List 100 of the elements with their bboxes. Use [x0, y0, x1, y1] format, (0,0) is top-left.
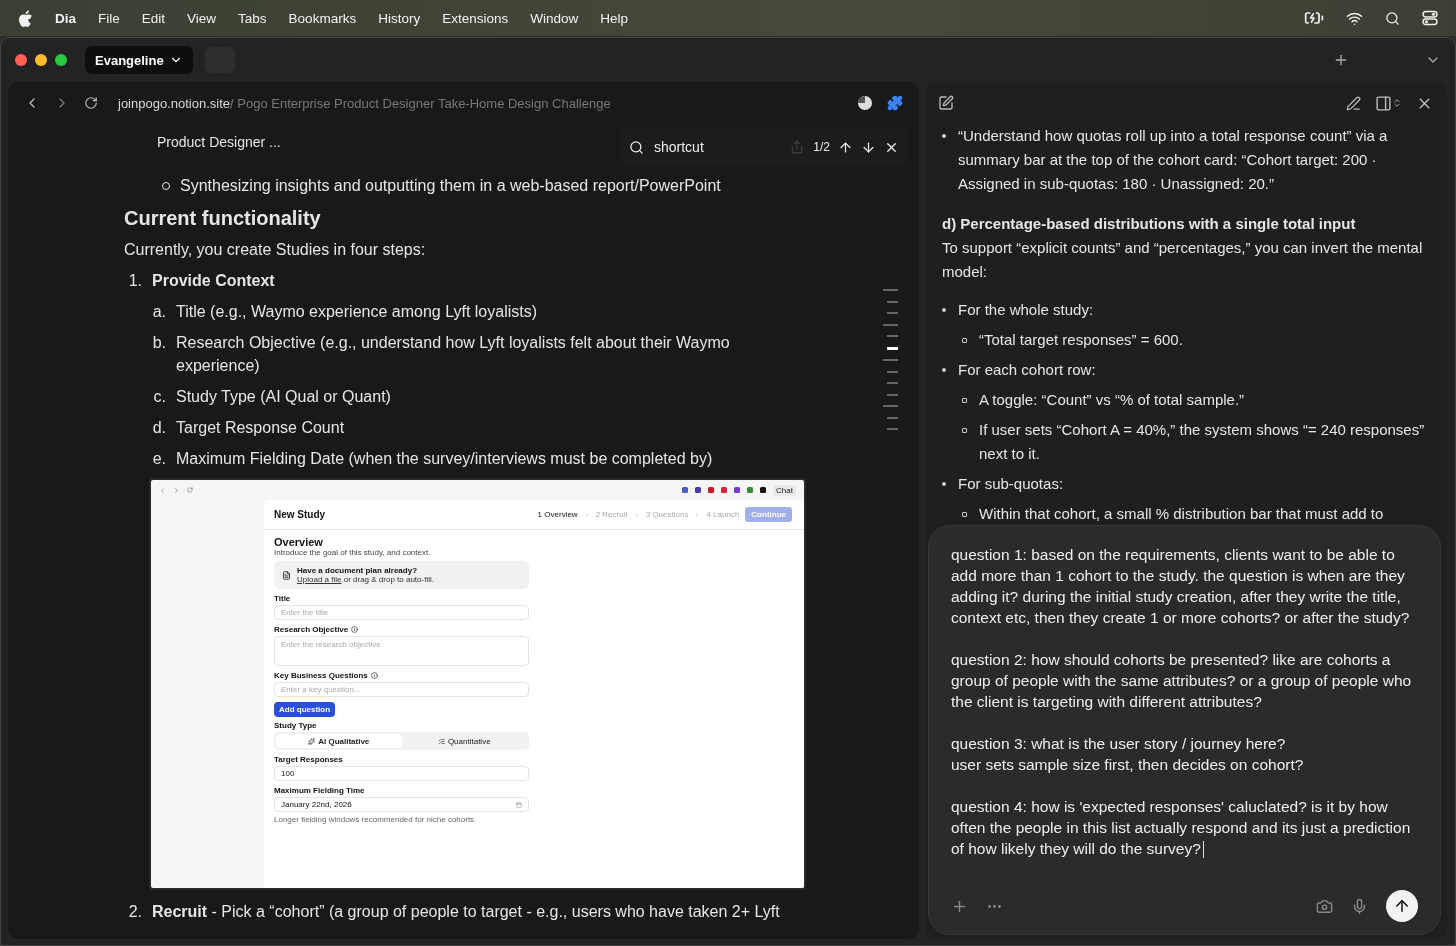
field-label: Study Type — [274, 721, 317, 730]
upload-link[interactable]: Upload a file — [297, 575, 342, 584]
menu-item[interactable]: Bookmarks — [288, 10, 357, 26]
previous-match-button[interactable] — [838, 139, 853, 155]
calendar-icon — [516, 801, 522, 808]
paragraph: Currently, you create Studies in four steps: — [124, 240, 426, 260]
menu-item[interactable]: Help — [600, 10, 628, 26]
menu-item[interactable]: Edit — [141, 10, 166, 26]
document-icon — [282, 570, 291, 580]
upload-text: Upload a file or drag & drop to auto-fill. — [297, 575, 434, 584]
forward-icon — [173, 486, 180, 494]
list-item: Within that cohort, a small % distribution bar that must add to — [979, 504, 1384, 524]
section-subtitle: Introduce the goal of this study, and context. — [274, 548, 432, 557]
list-item: “Understand how quotas roll up into a total response count” via a summary bar at the top of the cohort card: “Cohort target: 200 · Assigned in sub-quotas: 180 · Unassigned: 20.” — [958, 126, 1389, 194]
list-item: Provide Context — [152, 271, 275, 291]
page-title: New Study — [274, 509, 326, 520]
list-marker: d. — [152, 418, 166, 438]
outline-mark[interactable] — [887, 346, 898, 350]
menu-item[interactable]: Window — [530, 10, 579, 26]
section-heading: Current functionality — [124, 207, 322, 230]
list-marker: c. — [152, 387, 166, 407]
list-item: A toggle: “Count” vs “% of total sample.” — [979, 390, 1245, 410]
segment-option[interactable]: Quantitative — [401, 734, 527, 748]
list-item: For sub-quotas: — [958, 474, 1064, 494]
sparkle-icon — [308, 737, 316, 745]
segment-option[interactable]: AI Qualitative — [276, 734, 402, 748]
reload-icon — [187, 487, 193, 493]
chevron-icon — [633, 511, 640, 518]
control-center-icon[interactable] — [1422, 10, 1438, 26]
field-label: Maximum Fielding Time — [274, 786, 365, 795]
list-item: For the whole study: — [958, 300, 1094, 320]
list-item: Maximum Fielding Date (when the survey/interviews must be completed by) — [176, 449, 713, 469]
close-window-button[interactable] — [15, 54, 27, 66]
share-icon — [790, 140, 804, 154]
segmented-control[interactable]: AI Qualitative Quantitative — [274, 732, 529, 750]
list-marker: b. — [152, 333, 166, 353]
input-field[interactable]: 100 — [274, 766, 529, 781]
match-count: 1/2 — [813, 140, 830, 154]
search-icon — [629, 139, 644, 155]
section-title: Overview — [274, 536, 324, 548]
zoom-window-button[interactable] — [55, 54, 67, 66]
camera-icon[interactable] — [1316, 897, 1333, 915]
message-text: question 1: based on the requirements, clients want to be able to add more than 1 cohort to the study. the question is when are they adding it? during the initial study creation, after they write the title, context etc, then they create 1 or more cohorts? or after the study? — [951, 545, 1411, 628]
page-title: Product Designer ... — [157, 134, 281, 152]
url-domain[interactable]: joinpogo.notion.site — [118, 95, 231, 111]
date-field[interactable]: January 22nd, 2026 — [274, 797, 529, 812]
chat-button[interactable]: Chat — [773, 484, 796, 496]
url-path[interactable]: / Pogo Enterprise Product Designer Take-Home Design Challenge — [230, 95, 611, 111]
list-item: Research Objective (e.g., understand how Lyft loyalists felt about their Waymo experience) — [176, 333, 731, 376]
add-question-button[interactable]: Add question — [274, 702, 336, 717]
step-item[interactable]: 1 Overview — [537, 510, 578, 519]
text-cursor — [1202, 841, 1204, 859]
profile-button[interactable]: Evangeline — [85, 46, 193, 74]
field-label: Target Responses — [274, 755, 343, 764]
back-icon — [159, 486, 166, 494]
pen-icon[interactable] — [1346, 95, 1361, 111]
list-item: Study Type (AI Qual or Quant) — [176, 387, 391, 407]
list-item: Synthesizing insights and outputting them in a web-based report/PowerPoint — [180, 176, 721, 196]
list-item: If user sets “Cohort A = 40%,” the system shows “= 240 responses” next to it. — [979, 420, 1426, 464]
message-text: question 3: what is the user story / journey here? user sets sample size first, then decides on cohort? — [951, 734, 1305, 775]
search-icon[interactable] — [1385, 10, 1400, 26]
list-number: 1. — [127, 271, 142, 291]
section-heading: d) Percentage-based distributions with a single total input — [942, 214, 1357, 234]
list-marker: e. — [152, 449, 166, 469]
menu-item[interactable]: Tabs — [238, 10, 267, 26]
find-field[interactable]: shortcut — [652, 138, 782, 156]
apple-icon[interactable] — [18, 9, 33, 27]
panel-icon — [1375, 94, 1392, 112]
message-text: question 2: how should cohorts be presented? like are cohorts a group of people with the same attributes? or a group of people who the client is targeting with different attributes? — [951, 650, 1413, 712]
app-menu[interactable]: Dia — [55, 10, 76, 26]
chevron-icon — [694, 511, 701, 518]
list-number: 2. — [127, 902, 142, 922]
sidebar-toggle-icon[interactable] — [1375, 94, 1402, 112]
field-label: Research Objective — [274, 625, 349, 634]
chevrons-icon — [1392, 98, 1402, 108]
send-button[interactable] — [1386, 890, 1418, 922]
chevron-icon — [583, 511, 590, 518]
list-icon — [437, 737, 445, 745]
hint-text: Longer fielding windows recommended for niche cohorts — [274, 815, 476, 824]
menu-item[interactable]: File — [98, 10, 120, 26]
list-marker: a. — [152, 302, 166, 322]
pie-chart-icon[interactable] — [857, 95, 873, 111]
paragraph: To support “explicit counts” and “percentages,” you can invert the mental model: — [942, 238, 1424, 282]
minimize-window-button[interactable] — [35, 54, 47, 66]
menu-item[interactable]: Extensions — [442, 10, 509, 26]
field-label: Key Business Questions — [274, 671, 368, 680]
message-text: question 4: how is 'expected responses' caluclated? is it by how often the people in this list actually respond and its just a prediction of how likely they will do the survey? — [951, 797, 1412, 859]
list-item: Title (e.g., Waymo experience among Lyft loyalists) — [176, 302, 538, 322]
next-match-button[interactable] — [861, 139, 876, 155]
field-label: Title — [274, 594, 291, 603]
new-tab-icon[interactable] — [1333, 52, 1349, 68]
list-item: “Total target responses” = 600. — [979, 330, 1183, 350]
reload-icon[interactable] — [84, 96, 98, 110]
menu-item[interactable]: View — [187, 10, 217, 26]
microphone-icon[interactable] — [1351, 897, 1368, 915]
upload-title: Have a document plan already? — [297, 566, 419, 575]
list-item: Recruit - Pick a “cohort” (a group of people to target - e.g., users who have taken 2+ Lyft — [152, 902, 780, 922]
menu-item[interactable]: History — [378, 10, 421, 26]
list-item: Target Response Count — [176, 418, 345, 438]
new-chat-icon[interactable] — [938, 95, 954, 111]
